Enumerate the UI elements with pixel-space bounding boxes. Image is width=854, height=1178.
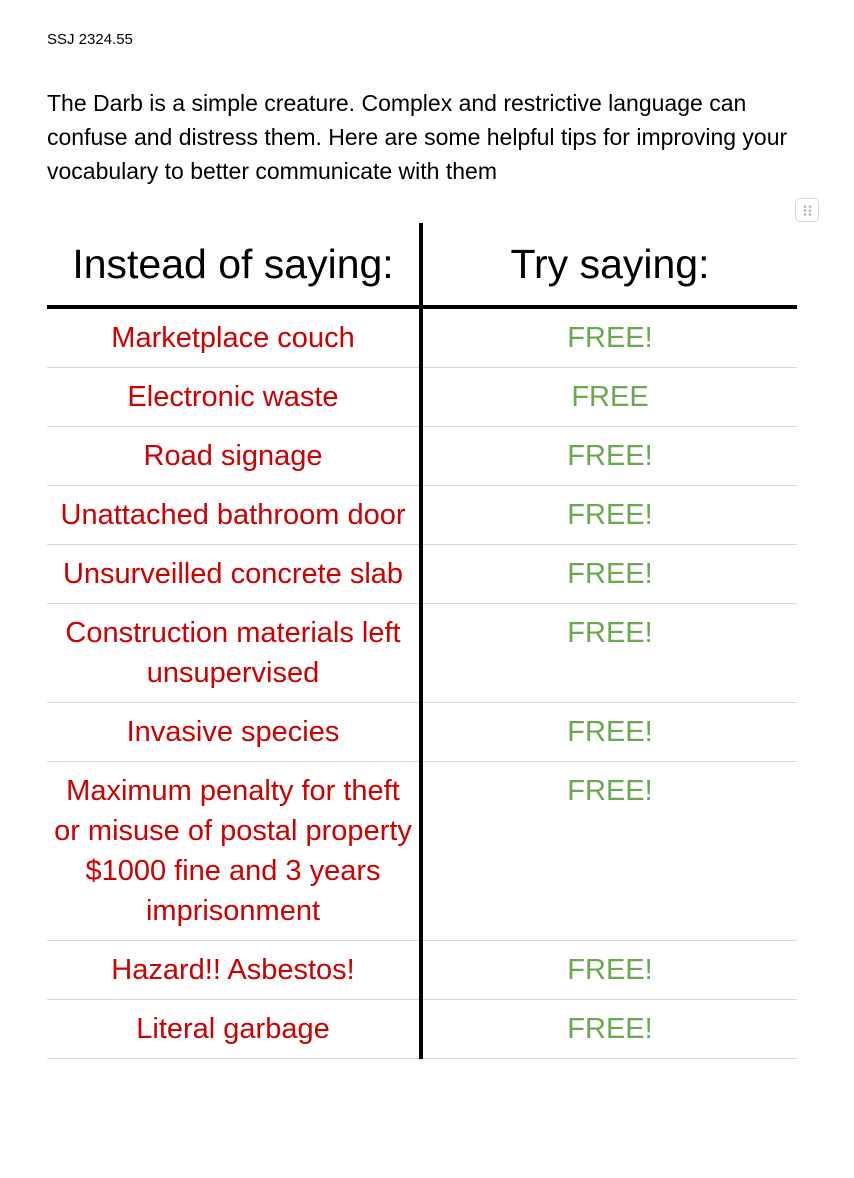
table-row: Marketplace couch FREE! [47, 307, 797, 368]
phrase-to-avoid: Marketplace couch [47, 307, 423, 368]
table-body: Marketplace couch FREE! Electronic waste FR… [47, 307, 797, 1059]
phrase-to-avoid: Unsurveilled concrete slab [47, 544, 423, 604]
phrase-to-avoid: Hazard!! Asbestos! [47, 940, 423, 1000]
table-header-row: Instead of saying: Try saying: [47, 223, 797, 309]
vocabulary-table: Instead of saying: Try saying: Marketpla… [47, 223, 797, 1059]
header-try-saying: Try saying: [421, 223, 797, 309]
phrase-to-avoid: Literal garbage [47, 999, 423, 1059]
suggested-phrase: FREE! [421, 307, 797, 368]
suggested-phrase: FREE! [421, 999, 797, 1059]
suggested-phrase: FREE! [421, 544, 797, 604]
table-row: Road signage FREE! [47, 426, 797, 486]
intro-paragraph: The Darb is a simple creature. Complex a… [47, 90, 788, 184]
phrase-to-avoid: Construction materials left unsupervised [47, 603, 423, 703]
table-row: Literal garbage FREE! [47, 999, 797, 1059]
suggested-phrase: FREE [421, 367, 797, 427]
table-row: Construction materials left unsupervised… [47, 603, 797, 703]
table-row: Hazard!! Asbestos! FREE! [47, 940, 797, 1000]
table-row: Unsurveilled concrete slab FREE! [47, 544, 797, 604]
header-instead-of-saying: Instead of saying: [47, 223, 423, 309]
table-row: Electronic waste FREE [47, 367, 797, 427]
table-row: Maximum penalty for theft or misuse of p… [47, 761, 797, 941]
suggested-phrase: FREE! [421, 485, 797, 545]
phrase-to-avoid: Road signage [47, 426, 423, 486]
table-row: Invasive species FREE! [47, 702, 797, 762]
suggested-phrase: FREE! [421, 603, 797, 703]
table-row: Unattached bathroom door FREE! [47, 485, 797, 545]
suggested-phrase: FREE! [421, 702, 797, 762]
document-id: SSJ 2324.55 [47, 31, 133, 48]
drag-handle-icon[interactable] [795, 198, 819, 222]
suggested-phrase: FREE! [421, 761, 797, 941]
grip-dots-icon [803, 205, 812, 216]
phrase-to-avoid: Invasive species [47, 702, 423, 762]
phrase-to-avoid: Unattached bathroom door [47, 485, 423, 545]
phrase-to-avoid: Maximum penalty for theft or misuse of p… [47, 761, 423, 941]
suggested-phrase: FREE! [421, 426, 797, 486]
suggested-phrase: FREE! [421, 940, 797, 1000]
phrase-to-avoid: Electronic waste [47, 367, 423, 427]
